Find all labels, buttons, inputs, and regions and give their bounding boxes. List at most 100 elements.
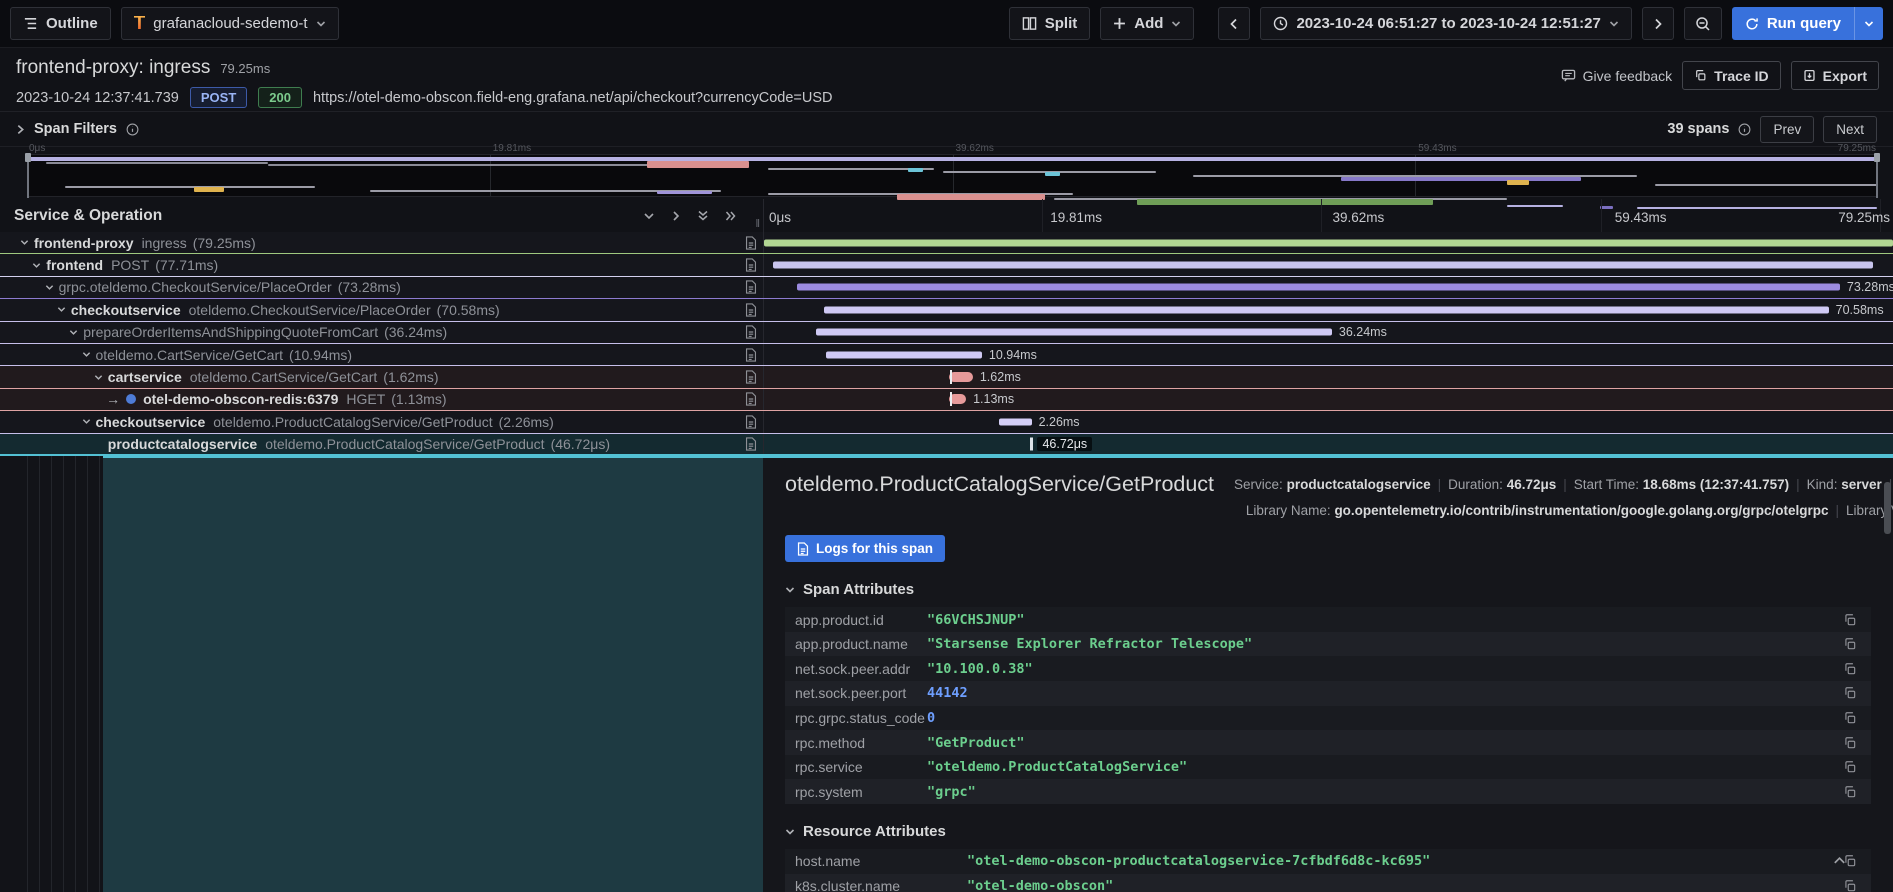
scroll-to-top-button[interactable] [1832,853,1847,868]
span-logs-icon[interactable] [745,325,757,339]
collapse-one-icon[interactable] [643,210,655,222]
span-logs-icon[interactable] [745,258,757,272]
copy-icon[interactable] [1843,686,1857,700]
run-query-button[interactable]: Run query [1732,7,1883,40]
span-bar[interactable] [949,394,966,404]
minimap-tick-label: 79.25ms [1838,143,1876,154]
minimap-right-handle[interactable] [1876,153,1878,198]
span-row-timeline[interactable]: 70.58ms [763,299,1893,320]
span-row[interactable]: frontend-proxyingress(79.25ms) [0,232,1893,254]
copy-icon[interactable] [1843,662,1857,676]
span-row-name[interactable]: checkoutserviceoteldemo.CheckoutService/… [0,299,763,320]
span-logs-icon[interactable] [745,392,757,406]
span-logs-icon[interactable] [745,437,757,451]
span-logs-icon[interactable] [745,348,757,362]
span-row-name[interactable]: grpc.oteldemo.CheckoutService/PlaceOrder… [0,277,763,298]
span-row-name[interactable]: oteldemo.CartService/GetCart(10.94ms) [0,344,763,365]
datasource-picker[interactable]: T grafanacloud-sedemo-t [121,7,339,40]
minimap-left-handle[interactable] [27,153,29,198]
span-logs-icon[interactable] [745,415,757,429]
column-resize-handle[interactable]: ‖ [755,218,761,230]
span-bar[interactable] [949,372,973,382]
detail-scrollbar[interactable] [1884,482,1891,534]
span-row[interactable]: prepareOrderItemsAndShippingQuoteFromCar… [0,322,1893,344]
span-bar[interactable] [797,284,1840,291]
outline-button[interactable]: Outline [10,7,111,40]
span-row[interactable]: checkoutserviceoteldemo.ProductCatalogSe… [0,411,1893,433]
chevron-down-icon[interactable] [32,261,41,270]
next-span-button[interactable]: Next [1823,116,1877,143]
span-bar[interactable] [826,351,982,358]
span-row-timeline[interactable]: 46.72μs [763,434,1893,454]
chevron-down-icon[interactable] [57,305,66,314]
span-row-name[interactable]: checkoutserviceoteldemo.ProductCatalogSe… [0,411,763,432]
prev-span-button[interactable]: Prev [1760,116,1814,143]
span-logs-icon[interactable] [745,280,757,294]
copy-icon[interactable] [1843,613,1857,627]
span-row[interactable]: →otel-demo-obscon-redis:6379HGET(1.13ms)… [0,389,1893,411]
span-filters-label: Span Filters [34,121,117,137]
give-feedback-link[interactable]: Give feedback [1561,68,1673,84]
time-back-button[interactable] [1218,7,1250,40]
chevron-down-icon[interactable] [45,283,54,292]
resource-attributes-title: Resource Attributes [803,823,946,840]
span-row-timeline[interactable]: 73.28ms [763,277,1893,298]
split-button[interactable]: Split [1009,7,1091,40]
copy-icon[interactable] [1843,711,1857,725]
copy-icon[interactable] [1843,785,1857,799]
span-row-name[interactable]: frontend-proxyingress(79.25ms) [0,232,763,253]
span-bar-tick[interactable] [1030,437,1033,450]
span-bar[interactable] [816,329,1332,336]
zoom-out-button[interactable] [1684,7,1722,40]
span-row-name[interactable]: frontendPOST(77.71ms) [0,254,763,275]
span-bar[interactable] [824,306,1829,313]
chevron-down-icon[interactable] [20,238,29,247]
logs-for-span-button[interactable]: Logs for this span [785,535,945,562]
span-row-timeline[interactable]: 10.94ms [763,344,1893,365]
span-row-name[interactable]: →otel-demo-obscon-redis:6379HGET(1.13ms) [0,389,763,410]
span-filters-toggle[interactable]: Span Filters [16,121,139,137]
trace-id-button[interactable]: Trace ID [1682,61,1780,90]
span-service-name: checkoutservice [71,302,181,318]
chevron-down-icon[interactable] [82,350,91,359]
span-logs-icon[interactable] [745,236,757,250]
add-button[interactable]: Add [1100,7,1194,40]
span-bar[interactable] [999,418,1032,425]
chevron-down-icon[interactable] [94,373,103,382]
minimap-canvas[interactable] [27,154,1878,197]
resource-attributes-toggle[interactable]: Resource Attributes [785,823,1871,840]
span-row[interactable]: productcatalogserviceoteldemo.ProductCat… [0,434,1893,456]
span-row[interactable]: cartserviceoteldemo.CartService/GetCart(… [0,366,1893,388]
span-row-timeline[interactable]: 36.24ms [763,322,1893,343]
copy-icon[interactable] [1843,879,1857,892]
span-row[interactable]: grpc.oteldemo.CheckoutService/PlaceOrder… [0,277,1893,299]
span-row-timeline[interactable]: 1.62ms [763,366,1893,387]
span-row-timeline[interactable] [763,232,1893,253]
copy-icon[interactable] [1843,736,1857,750]
span-row-name[interactable]: prepareOrderItemsAndShippingQuoteFromCar… [0,322,763,343]
span-row-timeline[interactable]: 2.26ms [763,411,1893,432]
expand-one-icon[interactable] [670,210,682,222]
copy-icon[interactable] [1843,637,1857,651]
span-row[interactable]: checkoutserviceoteldemo.CheckoutService/… [0,299,1893,321]
time-forward-button[interactable] [1642,7,1674,40]
chevron-down-icon[interactable] [69,328,78,337]
span-row-timeline[interactable] [763,254,1893,275]
collapse-all-icon[interactable] [697,209,709,222]
chevron-down-icon[interactable] [82,417,91,426]
span-bar[interactable] [773,262,1873,269]
span-attributes-toggle[interactable]: Span Attributes [785,581,1871,598]
span-logs-icon[interactable] [745,303,757,317]
span-row-timeline[interactable]: 1.13ms [763,389,1893,410]
span-row[interactable]: frontendPOST(77.71ms) [0,254,1893,276]
span-bar[interactable] [764,239,1893,246]
span-row-name[interactable]: productcatalogserviceoteldemo.ProductCat… [0,434,763,454]
span-row-name[interactable]: cartserviceoteldemo.CartService/GetCart(… [0,366,763,387]
export-button[interactable]: Export [1791,61,1879,90]
run-query-dropdown[interactable] [1854,7,1883,40]
span-row[interactable]: oteldemo.CartService/GetCart(10.94ms)10.… [0,344,1893,366]
span-logs-icon[interactable] [745,370,757,384]
expand-all-icon[interactable] [724,210,737,222]
copy-icon[interactable] [1843,760,1857,774]
time-range-picker[interactable]: 2023-10-24 06:51:27 to 2023-10-24 12:51:… [1260,7,1631,40]
